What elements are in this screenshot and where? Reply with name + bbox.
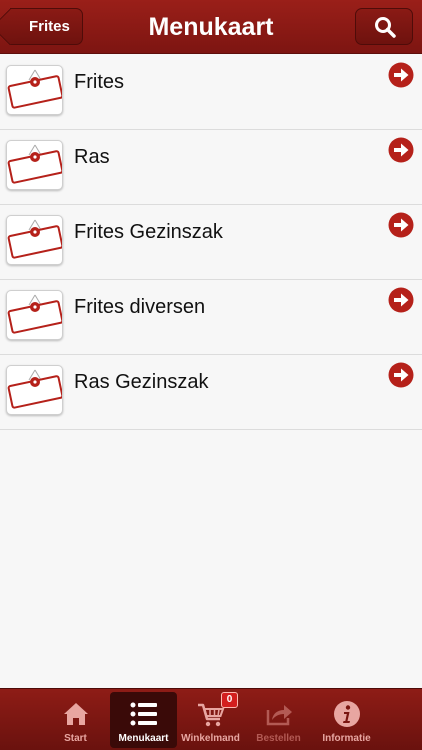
list-item-label: Frites Gezinszak <box>74 221 223 243</box>
tab-menukaart[interactable]: Menukaart <box>110 692 177 748</box>
arrow-right-icon[interactable] <box>388 362 414 388</box>
arrow-right-icon[interactable] <box>388 62 414 88</box>
menu-list: Frites Ras Frites Gezinszak Frites diversen… <box>0 55 422 430</box>
tab-bar: Start Menukaart 0 Winkelmand Bestellen I… <box>0 688 422 750</box>
navigation-bar: Menukaart Frites <box>0 0 422 54</box>
list-item-label: Frites <box>74 71 124 93</box>
list-item[interactable]: Frites Gezinszak <box>0 205 422 280</box>
list-item[interactable]: Frites diversen <box>0 280 422 355</box>
search-button[interactable] <box>355 8 413 45</box>
share-icon <box>266 705 292 726</box>
kwalitaria-logo <box>6 215 63 265</box>
tab-bestellen[interactable]: Bestellen <box>245 692 312 748</box>
back-button-label: Frites <box>29 18 70 35</box>
info-icon <box>333 701 360 727</box>
arrow-right-icon[interactable] <box>388 287 414 313</box>
kwalitaria-logo <box>6 365 63 415</box>
home-icon <box>63 703 88 725</box>
tab-informatie-label: Informatie <box>322 733 371 744</box>
arrow-right-icon[interactable] <box>388 212 414 238</box>
tab-start[interactable]: Start <box>42 692 109 748</box>
list-icon <box>130 702 157 726</box>
cart-count-badge: 0 <box>221 692 238 708</box>
kwalitaria-logo <box>6 65 63 115</box>
kwalitaria-logo <box>6 290 63 340</box>
list-item-label: Ras <box>74 146 110 168</box>
search-icon <box>375 17 396 38</box>
arrow-right-icon[interactable] <box>388 137 414 163</box>
back-button[interactable]: Frites <box>10 8 83 45</box>
list-item[interactable]: Frites <box>0 55 422 130</box>
kwalitaria-logo <box>6 140 63 190</box>
tab-winkelmand[interactable]: 0 Winkelmand <box>177 692 244 748</box>
tab-informatie[interactable]: Informatie <box>313 692 380 748</box>
list-item[interactable]: Ras Gezinszak <box>0 355 422 430</box>
list-item-label: Ras Gezinszak <box>74 371 209 393</box>
list-item-label: Frites diversen <box>74 296 206 318</box>
list-item[interactable]: Ras <box>0 130 422 205</box>
